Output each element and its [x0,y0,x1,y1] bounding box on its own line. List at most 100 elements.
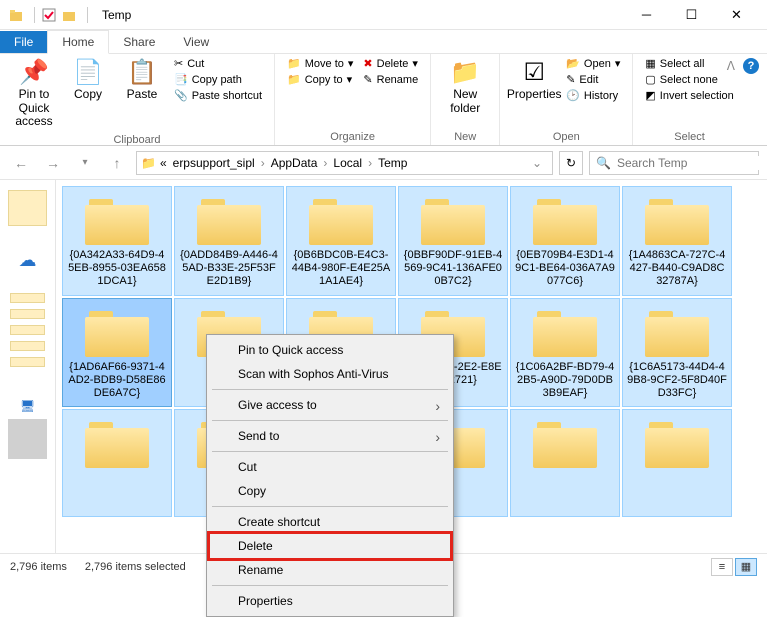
icons-view-button[interactable]: ▦ [735,558,757,576]
breadcrumb-item[interactable]: erpsupport_sipl [171,156,257,170]
recent-button[interactable]: ▾ [72,150,98,176]
group-clipboard-label: Clipboard [8,132,266,148]
open-button[interactable]: 📂Open ▾ [562,56,624,71]
folder-label: {1C6A5173-44D4-49B8-9CF2-5F8D40FD33FC} [627,361,727,401]
folder-item[interactable]: {0EB709B4-E3D1-49C1-BE64-036A7A9077C6} [510,186,620,296]
refresh-button[interactable]: ↻ [559,151,583,175]
ctx-send-to[interactable]: Send to [210,424,450,448]
tab-view[interactable]: View [169,31,223,53]
new-folder-button[interactable]: 📁New folder [439,56,491,119]
copy-to-button[interactable]: 📁Copy to ▾ [283,72,357,87]
folder-icon [85,193,149,245]
folder-label: {1A4863CA-727C-4427-B440-C9AD8C32787A} [627,249,727,289]
pin-icon: 📌 [19,60,49,86]
ctx-delete[interactable]: Delete [210,534,450,558]
folder-item[interactable] [62,409,172,517]
ctx-give-access[interactable]: Give access to [210,393,450,417]
selected-count: 2,796 items selected [85,561,186,573]
copy-button[interactable]: 📄Copy [62,56,114,106]
paste-shortcut-button[interactable]: 📎Paste shortcut [170,88,266,103]
shortcut-icon: 📎 [174,89,188,102]
path-dropdown-icon[interactable]: ⌄ [526,156,548,170]
address-bar: ← → ▾ ↑ 📁 « erpsupport_sipl› AppData› Lo… [0,146,767,180]
invert-icon: ◩ [645,89,655,102]
help-icon[interactable]: ? [743,58,759,74]
folder-icon [645,193,709,245]
ctx-scan[interactable]: Scan with Sophos Anti-Virus [210,362,450,386]
history-button[interactable]: 🕑History [562,88,624,103]
tab-file[interactable]: File [0,31,47,53]
group-open-label: Open [508,129,624,145]
paste-button[interactable]: 📋Paste [116,56,168,106]
maximize-button[interactable]: ☐ [669,1,714,29]
rename-button[interactable]: ✎Rename [359,72,422,87]
folder-item[interactable]: {1AD6AF66-9371-4AD2-BDB9-D58E86DE6A7C} [62,298,172,408]
copypath-icon: 📑 [174,73,188,86]
rename-icon: ✎ [363,73,372,86]
folder-item[interactable]: {0ADD84B9-A446-45AD-B33E-25F53FE2D1B9} [174,186,284,296]
group-select-label: Select [641,129,737,145]
up-button[interactable]: ↑ [104,150,130,176]
properties-button[interactable]: ☑Properties [508,56,560,106]
breadcrumb-item[interactable]: Temp [376,156,409,170]
folder-icon [645,305,709,357]
folder-label: {0EB709B4-E3D1-49C1-BE64-036A7A9077C6} [515,249,615,289]
ctx-pin[interactable]: Pin to Quick access [210,338,450,362]
select-none-button[interactable]: ▢Select none [641,72,737,87]
open-icon: 📂 [566,57,580,70]
invert-selection-button[interactable]: ◩Invert selection [641,88,737,103]
ribbon-collapse-icon[interactable]: ᐱ [727,59,735,73]
folder-small-icon [61,7,77,23]
tab-home[interactable]: Home [47,30,109,54]
ctx-create-shortcut[interactable]: Create shortcut [210,510,450,534]
breadcrumb[interactable]: 📁 « erpsupport_sipl› AppData› Local› Tem… [136,151,553,175]
minimize-button[interactable]: ─ [624,1,669,29]
edit-button[interactable]: ✎Edit [562,72,624,87]
window-title: Temp [102,8,131,22]
folder-item[interactable] [510,409,620,517]
checkbox-icon[interactable] [41,7,57,23]
move-to-button[interactable]: 📁Move to ▾ [283,56,357,71]
paste-icon: 📋 [127,60,157,86]
selectnone-icon: ▢ [645,73,655,86]
folder-icon [645,416,709,468]
folder-icon [85,305,149,357]
search-input[interactable] [617,156,767,170]
folder-label: {1AD6AF66-9371-4AD2-BDB9-D58E86DE6A7C} [67,361,167,401]
copy-path-button[interactable]: 📑Copy path [170,72,266,87]
details-view-button[interactable]: ≡ [711,558,733,576]
folder-item[interactable]: {1C6A5173-44D4-49B8-9CF2-5F8D40FD33FC} [622,298,732,408]
breadcrumb-overflow[interactable]: « [158,156,169,170]
folder-item[interactable]: {0BBF90DF-91EB-4569-9C41-136AFE00B7C2} [398,186,508,296]
folder-icon [197,193,261,245]
search-icon: 🔍 [596,156,611,170]
ctx-cut[interactable]: Cut [210,455,450,479]
folder-item[interactable]: {1A4863CA-727C-4427-B440-C9AD8C32787A} [622,186,732,296]
folder-icon [533,416,597,468]
folder-label: {0ADD84B9-A446-45AD-B33E-25F53FE2D1B9} [179,249,279,289]
close-button[interactable]: ✕ [714,1,759,29]
tab-share[interactable]: Share [109,31,169,53]
ctx-rename[interactable]: Rename [210,558,450,582]
forward-button[interactable]: → [40,150,66,176]
folder-item[interactable]: {0B6BDC0B-E4C3-44B4-980F-E4E25A1A1AE4} [286,186,396,296]
selectall-icon: ▦ [645,57,655,70]
select-all-button[interactable]: ▦Select all [641,56,737,71]
breadcrumb-item[interactable]: Local [331,156,364,170]
pin-to-quick-access-button[interactable]: 📌Pin to Quick access [8,56,60,132]
title-bar: Temp ─ ☐ ✕ [0,0,767,30]
back-button[interactable]: ← [8,150,34,176]
cut-button[interactable]: ✂Cut [170,56,266,71]
folder-item[interactable]: {0A342A33-64D9-45EB-8955-03EA6581DCA1} [62,186,172,296]
folder-icon [8,7,24,23]
breadcrumb-item[interactable]: AppData [269,156,320,170]
group-new-label: New [439,129,491,145]
folder-item[interactable] [622,409,732,517]
copy-icon: 📄 [73,60,103,86]
ctx-copy[interactable]: Copy [210,479,450,503]
navigation-pane[interactable]: ☁ 🖥 [0,180,56,553]
copyto-icon: 📁 [287,73,301,86]
folder-item[interactable]: {1C06A2BF-BD79-42B5-A90D-79D0DB3B9EAF} [510,298,620,408]
search-box[interactable]: 🔍 [589,151,759,175]
delete-button[interactable]: ✖Delete ▾ [359,56,422,71]
